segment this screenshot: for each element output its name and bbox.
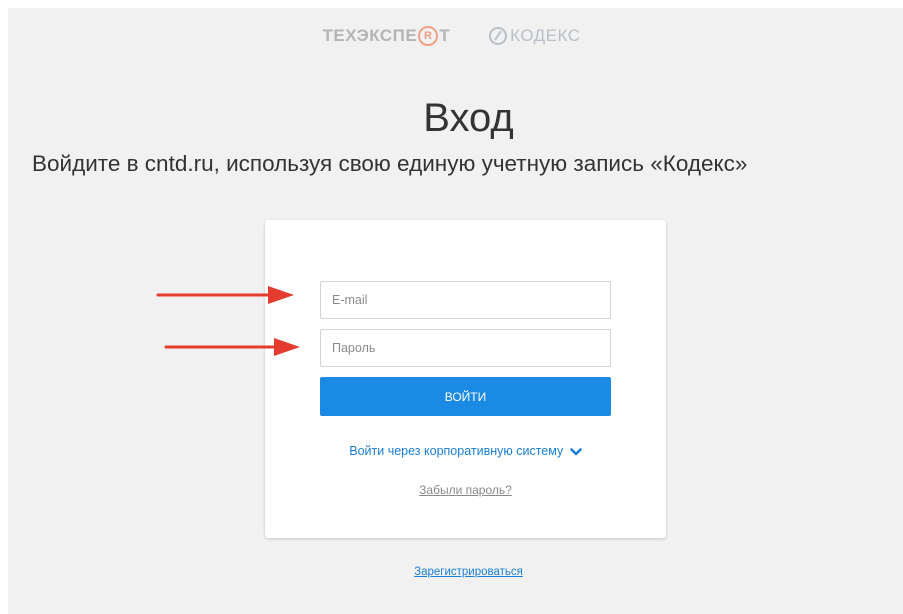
kodeks-logo-text: КОДЕКС — [510, 26, 581, 45]
techexpert-logo-text: ТЕХЭКСПЕ — [322, 26, 418, 45]
techexpert-logo-text-end: Т — [439, 26, 451, 45]
password-field[interactable] — [320, 329, 611, 367]
chevron-down-icon — [569, 447, 582, 456]
corporate-login-label: Войти через корпоративную систему — [349, 444, 564, 458]
arrow-annotation-icon — [164, 338, 300, 356]
corporate-login-link[interactable]: Войти через корпоративную систему — [265, 444, 666, 458]
forgot-password-link[interactable]: Забыли пароль? — [265, 483, 666, 497]
techexpert-logo-r-icon: R — [418, 26, 439, 46]
arrow-annotation-icon — [156, 286, 294, 304]
page-title: Вход — [423, 96, 514, 140]
techexpert-logo[interactable]: ТЕХЭКСПЕ R Т — [322, 26, 450, 46]
page-subtitle: Войдите в cntd.ru, используя свою единую… — [32, 151, 748, 176]
email-field[interactable] — [320, 281, 611, 319]
kodeks-logo-icon — [489, 27, 508, 45]
kodeks-logo[interactable]: КОДЕКС — [488, 26, 580, 46]
login-card: ВОЙТИ Войти через корпоративную систему … — [265, 220, 666, 538]
register-link[interactable]: Зарегистрироваться — [0, 566, 903, 578]
brand-logos: ТЕХЭКСПЕ R Т КОДЕКС — [0, 26, 903, 46]
login-button[interactable]: ВОЙТИ — [320, 377, 611, 416]
